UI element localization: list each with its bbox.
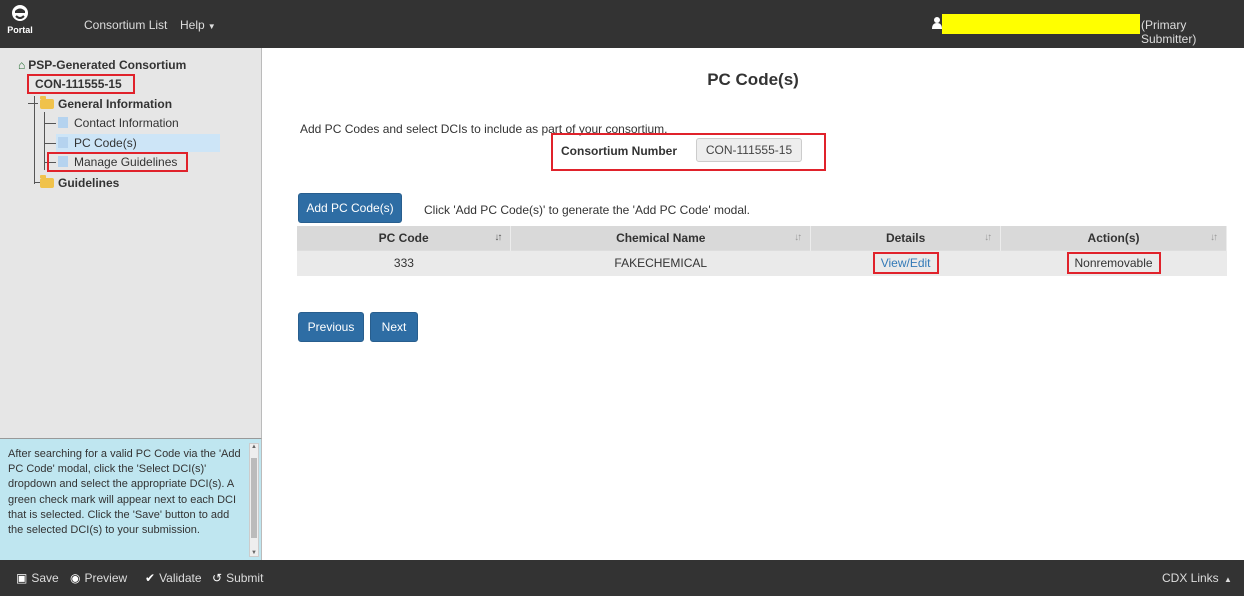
file-icon (58, 137, 68, 148)
column-header-label: Details (885, 230, 926, 245)
tree-connector (28, 103, 38, 104)
submit-button[interactable]: ↺ Submit (212, 571, 263, 585)
portal-logo-icon (12, 5, 28, 21)
help-text: After searching for a valid PC Code via … (8, 448, 241, 537)
portal-logo[interactable]: Portal (6, 4, 34, 44)
column-header-pc-code[interactable]: PC Code ↓↑ (297, 226, 512, 250)
top-navbar: Portal Consortium List Help ▼ (Primary Su… (0, 0, 1244, 48)
help-panel: After searching for a valid PC Code via … (0, 438, 262, 560)
cdx-links-label: CDX Links (1162, 571, 1219, 585)
view-edit-link[interactable]: View/Edit (872, 252, 939, 275)
validate-label: Validate (159, 571, 202, 585)
redacted-username[interactable] (942, 14, 1140, 34)
sidebar-tree: ⌂ PSP-Generated Consortium CON-111555-15 … (0, 48, 262, 438)
save-label: Save (31, 571, 59, 585)
camera-icon: ◉ (70, 571, 81, 585)
column-header-label: Action(s) (1087, 230, 1140, 245)
consortium-number-label: Consortium Number (561, 144, 678, 158)
consortium-number-field: CON-111555-15 (696, 138, 802, 162)
column-header-actions[interactable]: Action(s) ↓↑ (1000, 226, 1227, 250)
portal-logo-text: Portal (7, 25, 33, 35)
save-button[interactable]: ▣ Save (16, 571, 59, 585)
add-pc-code-button[interactable]: Add PC Code(s) (298, 193, 402, 223)
cell-actions: Nonremovable (1000, 249, 1227, 276)
tree-general-information-label: General Information (58, 97, 173, 111)
tree-connector (44, 123, 56, 124)
preview-button[interactable]: ◉ Preview (70, 571, 127, 585)
folder-icon (40, 96, 54, 109)
nav-help-dropdown[interactable]: Help ▼ (180, 18, 216, 32)
nonremovable-status: Nonremovable (1066, 252, 1161, 275)
column-header-label: PC Code (378, 230, 429, 245)
file-icon (58, 156, 68, 167)
sidebar-item-label: Contact Information (74, 116, 179, 130)
scroll-down-icon[interactable]: ▼ (250, 550, 258, 556)
table-row: 333 FAKECHEMICAL View/Edit Nonremovable (297, 249, 1227, 276)
tree-guidelines-label: Guidelines (58, 176, 120, 190)
table-header-row: PC Code ↓↑ Chemical Name ↓↑ Details ↓↑ A… (297, 226, 1227, 250)
column-header-chemical-name[interactable]: Chemical Name ↓↑ (510, 226, 812, 250)
column-header-label: Chemical Name (616, 230, 706, 245)
tree-connector (34, 96, 35, 184)
sidebar-item-contact-information[interactable]: Contact Information (58, 116, 179, 130)
sidebar-item-pc-codes[interactable]: PC Code(s) (58, 136, 137, 150)
page-title: PC Code(s) (707, 70, 799, 89)
tree-consortium-id[interactable]: CON-111555-15 (35, 77, 122, 91)
sidebar-item-manage-guidelines[interactable]: Manage Guidelines (58, 155, 177, 169)
sort-icon[interactable]: ↓↑ (984, 232, 992, 243)
checkmark-icon: ✔ (145, 571, 156, 585)
scroll-up-icon[interactable]: ▲ (250, 444, 258, 450)
sidebar-item-label: Manage Guidelines (74, 155, 178, 169)
cell-details: View/Edit (810, 249, 1001, 276)
preview-label: Preview (84, 571, 128, 585)
submit-label: Submit (226, 571, 264, 585)
sort-icon[interactable]: ↓↑ (1210, 232, 1218, 243)
next-button[interactable]: Next (370, 312, 418, 342)
nav-help-label: Help (180, 18, 205, 32)
file-icon (58, 117, 68, 128)
tree-general-information[interactable]: General Information (40, 96, 173, 111)
pc-code-table: PC Code ↓↑ Chemical Name ↓↑ Details ↓↑ A… (297, 226, 1227, 276)
nav-consortium-list[interactable]: Consortium List (84, 18, 167, 32)
sort-asc-icon[interactable]: ↓↑ (494, 232, 502, 243)
share-icon: ↺ (212, 571, 223, 585)
home-icon: ⌂ (18, 58, 26, 72)
validate-button[interactable]: ✔ Validate (145, 571, 202, 585)
help-scrollbar[interactable]: ▲ ▼ (249, 443, 259, 557)
add-pc-code-hint: Click 'Add PC Code(s)' to generate the '… (424, 203, 750, 217)
cell-pc-code: 333 (297, 249, 511, 276)
tree-root[interactable]: ⌂ PSP-Generated Consortium (18, 58, 186, 72)
save-icon: ▣ (16, 571, 28, 585)
tree-root-label: PSP-Generated Consortium (28, 58, 187, 72)
cell-chemical-name: FAKECHEMICAL (510, 249, 811, 276)
caret-up-icon: ▲ (1224, 575, 1232, 584)
sort-icon[interactable]: ↓↑ (794, 232, 802, 243)
user-icon (932, 17, 942, 29)
previous-button[interactable]: Previous (298, 312, 364, 342)
tree-connector (44, 143, 56, 144)
cdx-links-dropdown[interactable]: CDX Links ▲ (1162, 571, 1232, 585)
tree-guidelines[interactable]: Guidelines (40, 175, 120, 190)
column-header-details[interactable]: Details ↓↑ (810, 226, 1002, 250)
sidebar-item-label: PC Code(s) (74, 136, 137, 150)
user-role: (Primary Submitter) (1141, 18, 1197, 46)
folder-icon (40, 175, 54, 188)
scroll-thumb[interactable] (251, 458, 257, 538)
caret-down-icon: ▼ (207, 22, 216, 31)
bottom-toolbar: ▣ Save ◉ Preview ✔ Validate ↺ Submit CDX Lin… (0, 560, 1244, 596)
